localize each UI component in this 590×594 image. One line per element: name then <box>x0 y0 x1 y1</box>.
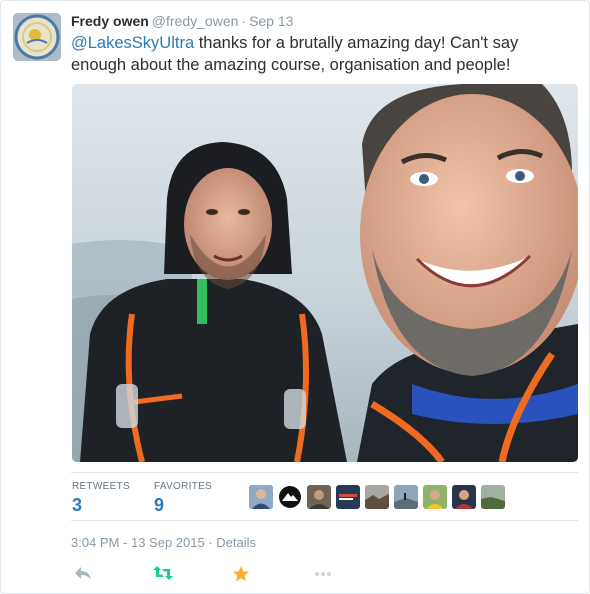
favorite-button[interactable] <box>232 565 254 585</box>
header-separator: · <box>241 13 247 29</box>
favoriter-avatar[interactable] <box>481 485 505 509</box>
tweet-photo[interactable] <box>72 84 578 462</box>
more-dots-icon <box>315 572 331 576</box>
favorites-stat[interactable]: FAVORITES 9 <box>154 481 212 517</box>
favoriter-avatar[interactable] <box>278 485 302 509</box>
circular-logo-icon <box>13 13 61 61</box>
meta-separator: · <box>208 535 213 550</box>
details-link[interactable]: Details <box>216 535 256 550</box>
tweet-meta: 3:04 PM - 13 Sep 2015 · Details <box>71 535 256 550</box>
favoriter-avatar[interactable] <box>394 485 418 509</box>
favorites-label: FAVORITES <box>154 481 213 492</box>
user-fullname[interactable]: Fredy owen <box>71 13 149 29</box>
favoriter-avatar[interactable] <box>452 485 476 509</box>
divider-bottom <box>71 520 578 521</box>
favoriter-avatar[interactable] <box>423 485 447 509</box>
landscape-icon <box>481 485 505 509</box>
reply-button[interactable] <box>74 565 96 585</box>
retweets-stat[interactable]: RETWEETS 3 <box>72 481 130 517</box>
user-avatar-icon <box>423 485 447 509</box>
profile-avatar[interactable] <box>13 13 61 61</box>
tweet-card: Fredy owen @fredy_owen · Sep 13 @LakesSkyUl… <box>0 0 590 594</box>
mountain-logo-icon <box>278 485 302 509</box>
banner-logo-icon <box>336 485 360 509</box>
reply-icon <box>75 567 91 579</box>
favoriter-avatar[interactable] <box>307 485 331 509</box>
favoriter-avatar[interactable] <box>365 485 389 509</box>
retweets-count: 3 <box>72 495 83 515</box>
tweet-header: Fredy owen @fredy_owen · Sep 13 <box>71 12 293 30</box>
user-avatar-icon <box>249 485 273 509</box>
landscape-icon <box>365 485 389 509</box>
tweet-timestamp[interactable]: 3:04 PM - 13 Sep 2015 <box>71 535 205 550</box>
retweets-label: RETWEETS <box>72 481 130 492</box>
user-handle[interactable]: @fredy_owen <box>152 13 239 29</box>
landscape-icon <box>394 485 418 509</box>
user-avatar-icon <box>307 485 331 509</box>
retweet-button[interactable] <box>152 565 174 585</box>
retweet-icon <box>153 566 173 580</box>
mention-link[interactable]: @LakesSkyUltra <box>71 34 194 52</box>
favoriter-avatar[interactable] <box>249 485 273 509</box>
favoriter-avatar[interactable] <box>336 485 360 509</box>
user-avatar-icon <box>452 485 476 509</box>
favorites-count: 9 <box>154 495 165 515</box>
star-icon <box>233 566 249 582</box>
divider-top <box>71 472 578 473</box>
tweet-date[interactable]: Sep 13 <box>249 13 293 29</box>
tweet-text: @LakesSkyUltra thanks for a brutally ama… <box>71 32 576 76</box>
more-button[interactable] <box>313 565 335 585</box>
selfie-photo <box>72 84 578 462</box>
